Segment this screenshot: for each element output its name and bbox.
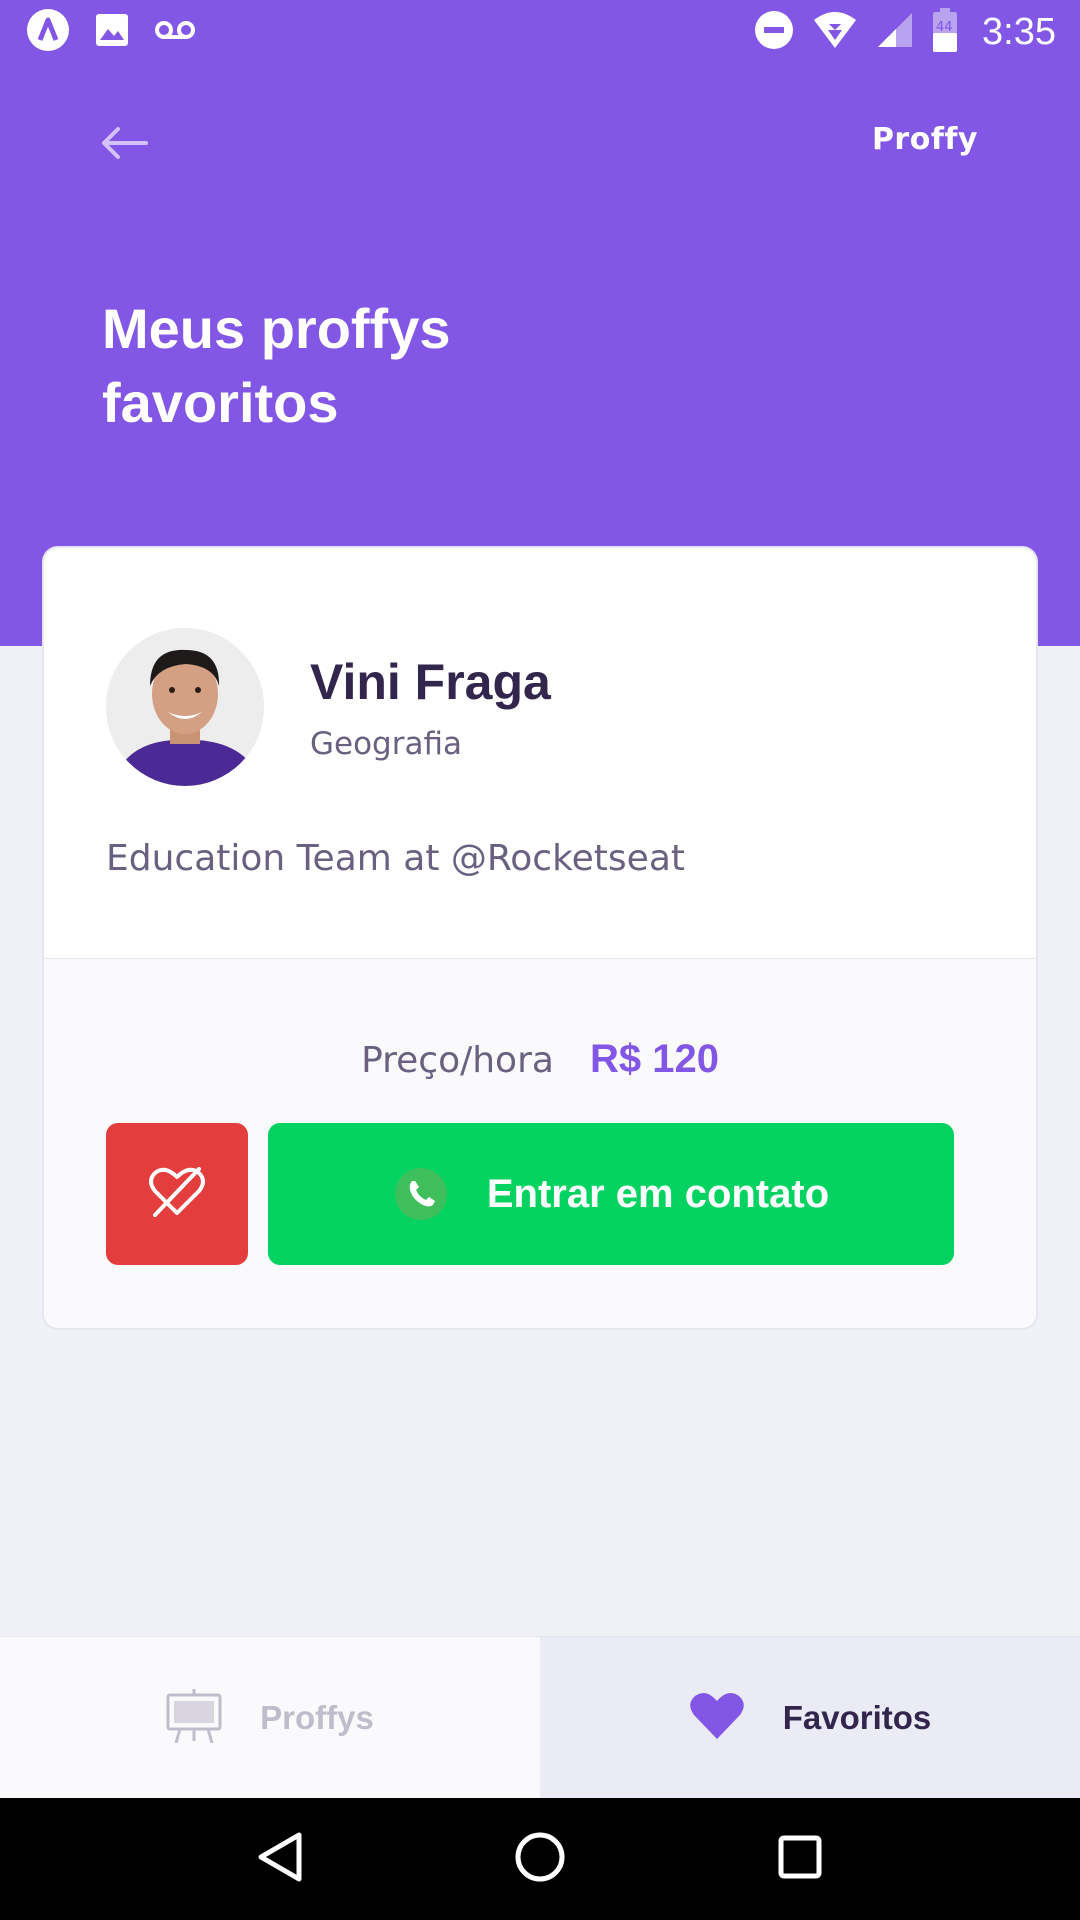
unfavorite-button[interactable] [106,1123,248,1265]
circle-home-icon [514,1831,566,1888]
page-title: Meus proffys favoritos [102,297,451,434]
favorites-screen: 44 3:35 Proffy Meus proffys favoritos Vi… [0,0,1080,1920]
app-notification-icon [26,8,70,57]
battery-icon: 44 [932,7,958,57]
triangle-back-icon [255,1831,305,1888]
status-time: 3:35 [982,10,1056,53]
signal-icon [876,11,914,54]
tab-proffys-label: Proffys [260,1699,374,1736]
wifi-icon [812,10,858,55]
voicemail-icon [154,18,196,47]
contact-button[interactable]: Entrar em contato [268,1123,954,1265]
price-value: R$ 120 [589,1037,719,1081]
nav-home-button[interactable] [505,1824,575,1894]
teacher-profile: Vini Fraga Geografia [106,628,551,786]
back-button[interactable] [98,124,150,166]
do-not-disturb-icon [754,10,794,55]
price-label: Preço/hora [361,1040,554,1081]
bottom-tab-bar: Proffys Favoritos [0,1636,1080,1799]
system-navigation-bar [0,1798,1080,1920]
contact-button-label: Entrar em contato [486,1171,830,1216]
battery-level-text: 44 [936,19,953,35]
teacher-name: Vini Fraga [310,654,551,710]
square-recents-icon [777,1834,823,1885]
teacher-subject: Geografia [310,726,463,762]
image-notification-icon [94,12,130,53]
nav-back-button[interactable] [245,1824,315,1894]
tab-proffys[interactable]: Proffys [0,1637,540,1799]
heart-outline-icon [149,1166,205,1222]
avatar [106,628,264,786]
tab-favoritos[interactable]: Favoritos [540,1637,1080,1799]
price-row: Preço/hora R$ 120 [44,1037,1036,1082]
tab-favoritos-label: Favoritos [782,1699,932,1736]
whatsapp-icon [393,1166,449,1222]
arrow-left-icon [100,126,148,165]
brand-logo: Proffy [871,122,978,157]
card-footer: Preço/hora R$ 120 Entrar em contato [44,958,1036,1328]
heart-icon [689,1691,745,1746]
teacher-bio: Education Team at @Rocketseat [106,838,686,879]
easel-icon [166,1688,222,1748]
status-bar: 44 3:35 [0,0,1080,64]
nav-recents-button[interactable] [765,1824,835,1894]
teacher-card: Vini Fraga Geografia Education Team at @… [42,546,1038,1330]
